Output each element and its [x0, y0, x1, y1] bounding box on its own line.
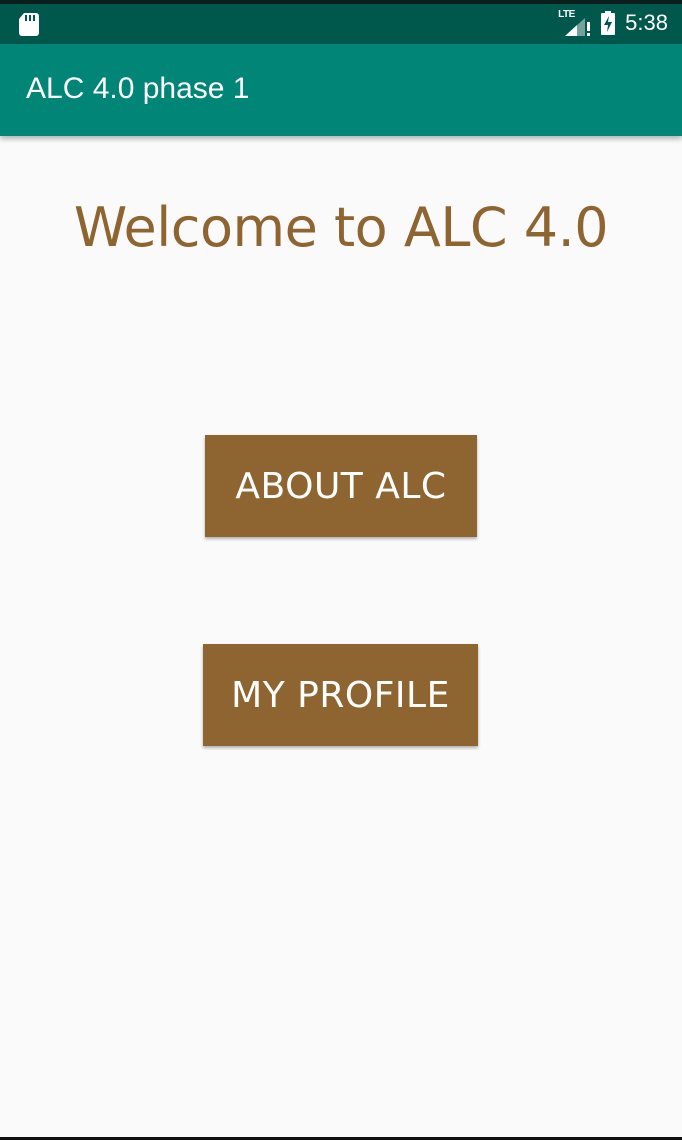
battery-charging-icon — [601, 11, 616, 35]
app-title: ALC 4.0 phase 1 — [26, 72, 250, 105]
lte-signal-icon: LTE — [557, 9, 591, 37]
status-bar-top-edge — [0, 0, 682, 4]
sd-card-icon — [19, 13, 39, 36]
my-profile-button[interactable]: MY PROFILE — [203, 644, 478, 746]
about-alc-button[interactable]: ABOUT ALC — [205, 435, 477, 537]
signal-strength-icon — [565, 18, 591, 36]
welcome-heading: Welcome to ALC 4.0 — [73, 196, 609, 259]
status-bar: LTE 5:38 — [0, 0, 682, 44]
status-time: 5:38 — [625, 10, 668, 35]
status-icons: LTE 5:38 — [557, 9, 668, 37]
app-bar: ALC 4.0 phase 1 — [0, 44, 682, 136]
